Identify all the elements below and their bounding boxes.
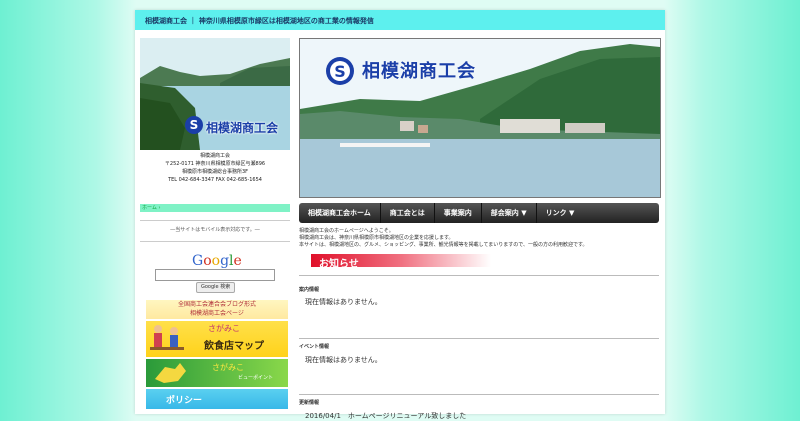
divider: [299, 394, 659, 395]
intro-line: 本サイトは、相模湖地区の、グルメ、ショッピング、事業所、観光情報等を掲載してまい…: [299, 242, 588, 248]
blog-banner[interactable]: 全国商工会連合会ブログ形式 相模湖商工会ページ: [146, 300, 288, 319]
section-title: 更新情報: [299, 400, 320, 406]
sidebar-logo-text: 相模湖商工会: [206, 121, 279, 135]
address-line: TEL 042-684-3347 FAX 042-685-1654: [168, 177, 262, 183]
notice-heading: お知らせ: [311, 254, 491, 270]
people-illustration-icon: [150, 325, 184, 350]
address-line: 相模原市相模湖総合事務所3F: [181, 169, 249, 175]
intro-line: 相模湖商工会は、神奈川県相模原市相模湖地区の企業を応援します。: [299, 235, 454, 241]
svg-text:S: S: [190, 118, 199, 132]
mobile-note: ―当サイトはモバイル表示対応です。―: [170, 227, 260, 233]
restaurant-map-banner[interactable]: さがみこ 飲食店マップ: [146, 321, 288, 357]
divider: [140, 220, 290, 221]
policy-banner[interactable]: ポリシー: [146, 389, 288, 409]
sidebar-address: 相模湖商工会 〒252-0171 神奈川県相模原市緑区与瀬896 相模原市相模湖…: [140, 152, 290, 184]
hero-title: 相模湖商工会: [362, 61, 476, 82]
restaurant-banner-line2: 飲食店マップ: [204, 341, 264, 352]
policy-banner-label: ポリシー: [166, 396, 203, 406]
google-search-button[interactable]: Google 検索: [196, 282, 236, 293]
notice-title: お知らせ: [319, 259, 359, 270]
site-tagline: 相模湖商工会 ｜ 神奈川県相模原市緑区は相模湖地区の商工業の情報発信: [145, 17, 374, 25]
address-line: 相模湖商工会: [199, 153, 230, 159]
intro-text: 相模湖商工会のホームページへようこそ。 相模湖商工会は、神奈川県相模原市相模湖地…: [299, 228, 659, 249]
blog-banner-line2: 相模湖商工会ページ: [190, 310, 244, 317]
section-text: 現在情報はありません。: [305, 298, 382, 306]
viewpoint-banner[interactable]: さがみこ ビューポイント: [146, 359, 288, 387]
address-line: 〒252-0171 神奈川県相模原市緑区与瀬896: [164, 161, 266, 167]
restaurant-banner-line1: さがみこ: [208, 324, 240, 333]
section-text: 現在情報はありません。: [305, 356, 382, 364]
svg-text:S: S: [334, 62, 346, 81]
viewpoint-banner-line2: ビューポイント: [238, 375, 274, 381]
nav-about[interactable]: 商工会とは: [381, 203, 435, 223]
google-logo: Google: [192, 253, 242, 269]
section-title: 案内情報: [299, 287, 320, 293]
nav-home[interactable]: 相模湖商工会ホーム: [299, 203, 381, 223]
section-title: イベント情報: [299, 344, 330, 350]
main-nav: 相模湖商工会ホーム 商工会とは 事業案内 部会案内 ▼ リンク ▼: [299, 203, 659, 223]
update-entry: 2016/04/1 ホームページリニューアル致しました: [305, 412, 467, 420]
nav-business[interactable]: 事業案内: [435, 203, 482, 223]
map-illustration-icon: [155, 363, 186, 383]
divider: [299, 338, 659, 339]
intro-line: 相模湖商工会のホームページへようこそ。: [299, 228, 394, 234]
viewpoint-banner-line1: さがみこ: [212, 363, 244, 372]
blog-banner-line1: 全国商工会連合会ブログ形式: [177, 301, 256, 308]
divider: [299, 275, 659, 276]
site-header: 相模湖商工会 ｜ 神奈川県相模原市緑区は相模湖地区の商工業の情報発信: [135, 10, 665, 30]
nav-links[interactable]: リンク ▼: [537, 203, 584, 223]
nav-divisions[interactable]: 部会案内 ▼: [482, 203, 537, 223]
google-search-input[interactable]: [155, 269, 275, 281]
sidebar-photo: S 相模湖商工会: [140, 38, 290, 150]
sidebar-home-link[interactable]: ホーム ›: [140, 204, 290, 212]
page-container: 相模湖商工会 ｜ 神奈川県相模原市緑区は相模湖地区の商工業の情報発信 S 相模湖…: [135, 10, 665, 420]
hero-image: S 相模湖商工会: [299, 38, 661, 198]
divider: [140, 241, 290, 242]
